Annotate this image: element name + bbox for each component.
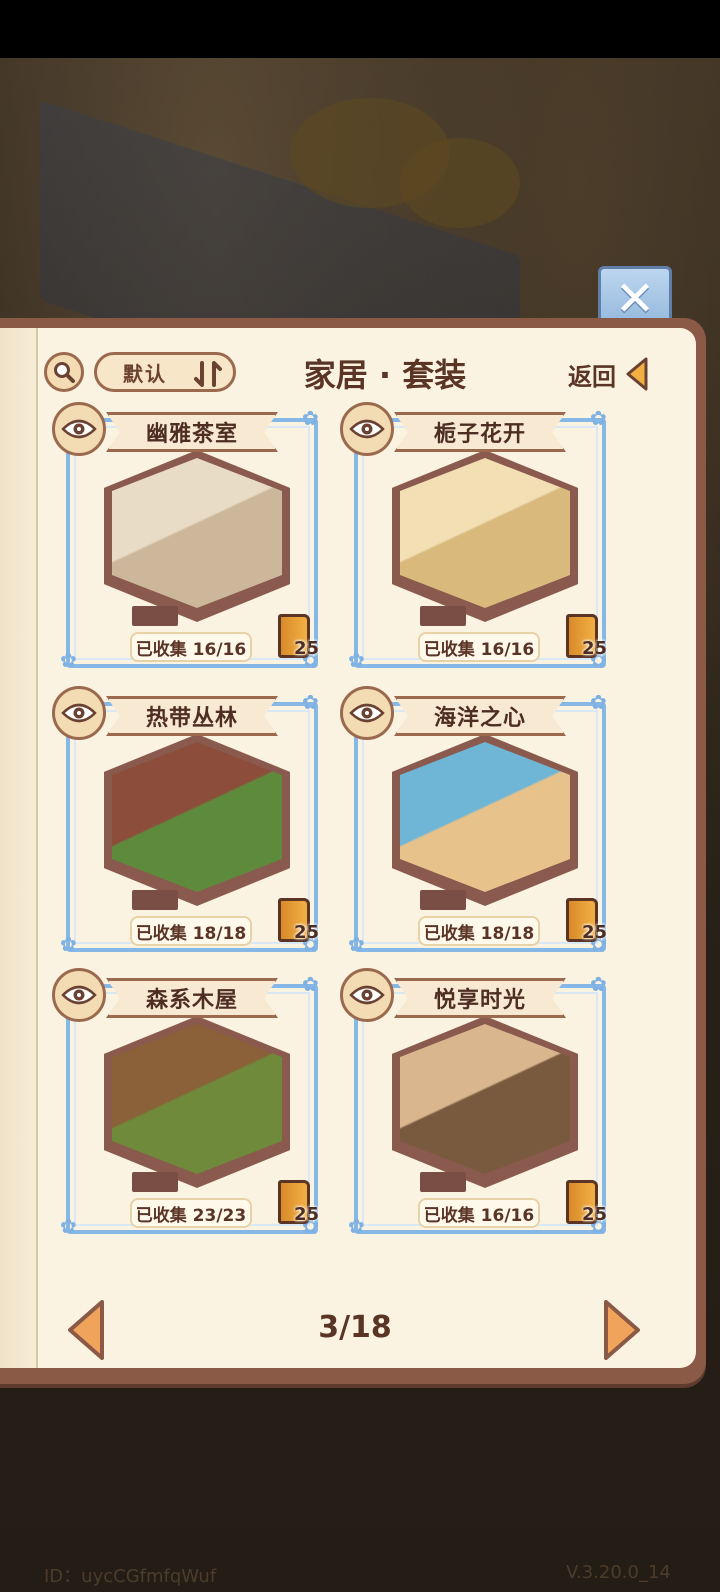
suit-name-banner: 幽雅茶室: [106, 412, 278, 452]
eye-icon: [61, 985, 97, 1005]
room-illustration: [400, 458, 570, 608]
suit-name-banner: 悦享时光: [394, 978, 566, 1018]
eye-icon: [349, 703, 385, 723]
reward-badge[interactable]: 25: [566, 1180, 614, 1230]
reward-badge[interactable]: 25: [278, 614, 326, 664]
bow-icon: ✿: [590, 972, 607, 996]
reward-amount: 25: [582, 1204, 608, 1225]
page-spine: [0, 328, 36, 1368]
room-illustration: [112, 742, 282, 892]
background-tree: [400, 138, 520, 228]
eye-icon: [61, 703, 97, 723]
suit-name: 幽雅茶室: [145, 422, 238, 447]
collected-label: 已收集 23/23: [135, 1205, 247, 1226]
suit-card[interactable]: ✿ ✿ ✿ 悦享时光 已收集 16/16 25: [340, 968, 614, 1238]
close-icon: ✕: [614, 271, 656, 327]
search-button[interactable]: [44, 352, 84, 392]
bow-icon: ✿: [60, 648, 77, 672]
prev-page-button[interactable]: [64, 1298, 108, 1362]
collected-label: 已收集 16/16: [423, 639, 535, 660]
reward-badge[interactable]: 25: [566, 898, 614, 948]
back-label: 返回: [568, 362, 616, 391]
triangle-left-icon: [626, 357, 648, 391]
reward-amount: 25: [582, 922, 608, 943]
eye-icon: [349, 985, 385, 1005]
suit-card[interactable]: ✿ ✿ ✿ 森系木屋 已收集 23/23 25: [52, 968, 326, 1238]
suit-name: 海洋之心: [433, 706, 526, 731]
bow-icon: ✿: [590, 690, 607, 714]
preview-button[interactable]: [52, 402, 106, 456]
bow-icon: ✿: [302, 972, 319, 996]
preview-button[interactable]: [340, 968, 394, 1022]
suit-name-banner: 海洋之心: [394, 696, 566, 736]
suit-name: 森系木屋: [145, 988, 238, 1013]
collected-label: 已收集 18/18: [135, 923, 247, 944]
collected-label: 已收集 16/16: [423, 1205, 535, 1226]
suit-name: 栀子花开: [433, 422, 526, 447]
preview-button[interactable]: [52, 686, 106, 740]
reward-amount: 25: [294, 922, 320, 943]
suit-card[interactable]: ✿ ✿ ✿ 热带丛林 已收集 18/18 25: [52, 686, 326, 956]
preview-button[interactable]: [340, 686, 394, 740]
collected-label: 已收集 16/16: [135, 639, 247, 660]
sort-icon: [194, 361, 222, 387]
eye-icon: [349, 419, 385, 439]
next-page-button[interactable]: [600, 1298, 644, 1362]
room-step: [420, 1172, 466, 1192]
bow-icon: ✿: [60, 1214, 77, 1238]
suit-name-banner: 森系木屋: [106, 978, 278, 1018]
reward-amount: 25: [294, 1204, 320, 1225]
collected-count: 已收集 16/16: [418, 1198, 540, 1228]
suit-card[interactable]: ✿ ✿ ✿ 海洋之心 已收集 18/18 25: [340, 686, 614, 956]
suit-card[interactable]: ✿ ✿ ✿ 栀子花开 已收集 16/16 25: [340, 402, 614, 672]
bow-icon: ✿: [590, 406, 607, 430]
room-illustration: [400, 742, 570, 892]
suit-name: 悦享时光: [433, 988, 526, 1013]
reward-badge[interactable]: 25: [566, 614, 614, 664]
arrow-left-icon: [68, 1300, 104, 1360]
suit-card[interactable]: ✿ ✿ ✿ 幽雅茶室 已收集 16/16 25: [52, 402, 326, 672]
bow-icon: ✿: [348, 648, 365, 672]
preview-button[interactable]: [52, 968, 106, 1022]
reward-badge[interactable]: 25: [278, 898, 326, 948]
page-indicator: 3/18: [318, 1310, 392, 1345]
status-bar: [0, 0, 720, 58]
room-step: [420, 606, 466, 626]
room-illustration: [400, 1024, 570, 1174]
back-button[interactable]: 返回: [568, 354, 650, 394]
bow-icon: ✿: [302, 690, 319, 714]
room-step: [132, 606, 178, 626]
room-step: [132, 890, 178, 910]
room-step: [132, 1172, 178, 1192]
user-id: ID：uycCGfmfqWuf: [44, 1566, 217, 1587]
bow-icon: ✿: [348, 932, 365, 956]
reward-amount: 25: [582, 638, 608, 659]
collected-count: 已收集 23/23: [130, 1198, 252, 1228]
suit-name-banner: 栀子花开: [394, 412, 566, 452]
room-step: [420, 890, 466, 910]
sort-button[interactable]: 默认: [94, 352, 236, 392]
version-label: V.3.20.0_14: [566, 1562, 671, 1583]
collected-count: 已收集 18/18: [130, 916, 252, 946]
room-illustration: [112, 458, 282, 608]
reward-badge[interactable]: 25: [278, 1180, 326, 1230]
collected-count: 已收集 16/16: [130, 632, 252, 662]
room-illustration: [112, 1024, 282, 1174]
bow-icon: ✿: [348, 1214, 365, 1238]
collected-count: 已收集 18/18: [418, 916, 540, 946]
sort-label: 默认: [123, 361, 167, 386]
bow-icon: ✿: [302, 406, 319, 430]
eye-icon: [61, 419, 97, 439]
collected-label: 已收集 18/18: [423, 923, 535, 944]
reward-amount: 25: [294, 638, 320, 659]
suit-name-banner: 热带丛林: [106, 696, 278, 736]
collected-count: 已收集 16/16: [418, 632, 540, 662]
suit-name: 热带丛林: [145, 706, 238, 731]
preview-button[interactable]: [340, 402, 394, 456]
arrow-right-icon: [604, 1300, 640, 1360]
search-icon: [54, 362, 75, 383]
page-title: 家居 · 套装: [303, 356, 467, 394]
page-divider: [36, 328, 38, 1368]
bow-icon: ✿: [60, 932, 77, 956]
